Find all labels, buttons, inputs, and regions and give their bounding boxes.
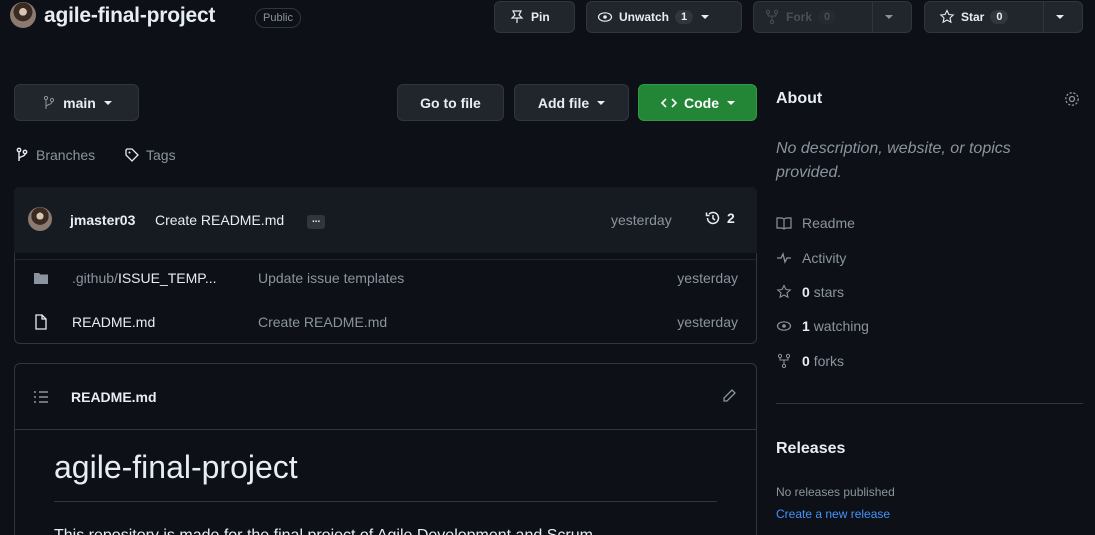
- readme-link-label: Readme: [802, 215, 855, 231]
- activity-label: Activity: [802, 250, 847, 266]
- eye-icon: [776, 321, 792, 331]
- unwatch-button[interactable]: Unwatch 1: [586, 1, 742, 33]
- file-time: yesterday: [677, 314, 738, 330]
- branch-selector[interactable]: main: [14, 84, 139, 121]
- commit-time: yesterday: [611, 212, 672, 228]
- star-dropdown[interactable]: [1044, 2, 1074, 32]
- about-title: About: [776, 90, 823, 107]
- list-icon[interactable]: [33, 390, 49, 404]
- watching-label: watching: [813, 318, 869, 334]
- file-commit-message[interactable]: Create README.md: [258, 314, 387, 330]
- commit-author[interactable]: jmaster03: [70, 212, 135, 228]
- eye-icon: [597, 12, 613, 22]
- stars-count: 0: [802, 284, 810, 300]
- commit-count: 2: [727, 210, 735, 226]
- branch-icon: [16, 147, 28, 161]
- pin-icon: [510, 10, 524, 23]
- forks-link[interactable]: 0 forks: [776, 353, 844, 369]
- commit-history-link[interactable]: 2: [704, 209, 735, 227]
- tags-link[interactable]: Tags: [124, 147, 176, 163]
- activity-link[interactable]: Activity: [776, 250, 846, 266]
- history-icon: [705, 211, 720, 225]
- file-path-prefix: .github/: [72, 269, 118, 286]
- forks-label: forks: [813, 353, 845, 369]
- tag-icon: [125, 148, 139, 162]
- star-icon: [776, 284, 792, 299]
- branches-label: Branches: [36, 147, 96, 163]
- star-icon: [939, 9, 955, 24]
- readme-heading: agile-final-project: [54, 449, 298, 485]
- star-label: Star: [961, 10, 985, 24]
- commit-expand-button[interactable]: ...: [307, 215, 326, 229]
- repo-name[interactable]: agile-final-project: [44, 4, 215, 28]
- tags-label: Tags: [146, 147, 176, 163]
- fork-icon: [765, 9, 779, 25]
- chevron-down-icon: [597, 100, 606, 105]
- stars-label: stars: [813, 284, 845, 300]
- create-release-link[interactable]: Create a new release: [776, 507, 890, 521]
- readme-tab[interactable]: README.md: [71, 389, 157, 405]
- folder-icon: [34, 272, 48, 284]
- visibility-badge: Public: [255, 8, 301, 28]
- fork-count: 0: [818, 10, 837, 24]
- no-releases-text: No releases published: [776, 485, 895, 499]
- fork-dropdown[interactable]: [873, 2, 903, 32]
- unwatch-label: Unwatch: [619, 10, 670, 24]
- file-row[interactable]: README.md Create README.md yesterday: [15, 304, 756, 340]
- file-time: yesterday: [677, 269, 738, 286]
- file-path-name: ISSUE_TEMP...: [117, 269, 217, 286]
- pulse-icon: [777, 252, 791, 264]
- releases-title[interactable]: Releases: [776, 440, 845, 458]
- readme-body: This repository is made for the final pr…: [54, 527, 754, 535]
- fork-label: Fork: [786, 10, 813, 24]
- watching-link[interactable]: 1 watching: [776, 318, 869, 334]
- file-icon: [35, 314, 47, 330]
- code-icon: [660, 97, 678, 108]
- pencil-icon[interactable]: [721, 388, 737, 404]
- fork-button[interactable]: Fork 0: [753, 1, 912, 33]
- chevron-down-icon: [103, 100, 112, 105]
- readme-panel: README.md agile-final-project This repos…: [14, 363, 757, 535]
- readme-header: README.md: [15, 364, 756, 430]
- file-name[interactable]: README.md: [72, 314, 155, 330]
- stars-text: 0 stars: [802, 284, 844, 300]
- branch-icon: [44, 95, 55, 109]
- divider: [776, 403, 1083, 404]
- chevron-down-icon: [1056, 15, 1064, 19]
- about-description: No description, website, or topics provi…: [776, 140, 1011, 181]
- file-commit-message[interactable]: Update issue templates: [258, 270, 404, 286]
- star-button[interactable]: Star 0: [924, 1, 1083, 33]
- pin-button[interactable]: Pin: [494, 1, 575, 33]
- branches-link[interactable]: Branches: [14, 147, 95, 163]
- code-button[interactable]: Code: [638, 84, 757, 121]
- avatar[interactable]: [28, 207, 52, 231]
- add-file-label: Add file: [537, 94, 590, 111]
- add-file-button[interactable]: Add file: [514, 84, 629, 121]
- fork-icon: [777, 353, 791, 369]
- file-row[interactable]: .github/ISSUE_TEMP... Update issue templ…: [15, 259, 756, 295]
- chevron-down-icon: [885, 15, 893, 19]
- star-count: 0: [990, 10, 1009, 24]
- forks-text: 0 forks: [802, 353, 844, 369]
- pin-label: Pin: [531, 10, 550, 24]
- unwatch-count: 1: [675, 10, 694, 24]
- code-label: Code: [684, 94, 719, 111]
- watching-text: 1 watching: [802, 318, 869, 334]
- watching-count: 1: [802, 318, 810, 334]
- forks-count: 0: [802, 353, 810, 369]
- owner-avatar[interactable]: [10, 2, 36, 28]
- gear-icon[interactable]: [1063, 90, 1081, 108]
- go-to-file-button[interactable]: Go to file: [397, 84, 504, 121]
- file-name[interactable]: .github/ISSUE_TEMP...: [72, 270, 217, 286]
- commit-message[interactable]: Create README.md: [155, 212, 284, 228]
- book-icon: [776, 217, 792, 230]
- readme-link[interactable]: Readme: [776, 215, 855, 231]
- stars-link[interactable]: 0 stars: [776, 284, 844, 300]
- branch-name: main: [63, 94, 96, 111]
- chevron-down-icon: [727, 100, 735, 105]
- divider: [54, 501, 717, 502]
- latest-commit-bar: jmaster03 Create README.md ... yesterday…: [14, 187, 757, 253]
- chevron-down-icon: [701, 15, 710, 19]
